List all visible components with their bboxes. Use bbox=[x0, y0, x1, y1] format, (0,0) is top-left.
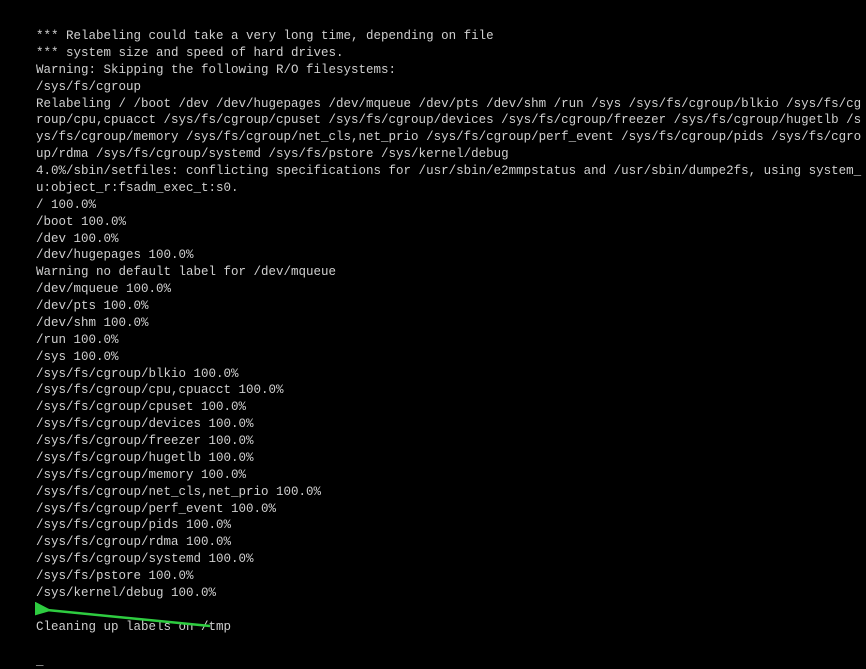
terminal-line: /run 100.0% bbox=[36, 332, 866, 349]
terminal-line: *** system size and speed of hard drives… bbox=[36, 45, 866, 62]
terminal-line: /dev/mqueue 100.0% bbox=[36, 281, 866, 298]
terminal-line: /sys/fs/cgroup/devices 100.0% bbox=[36, 416, 866, 433]
terminal-line: /sys/fs/cgroup/cpu,cpuacct 100.0% bbox=[36, 382, 866, 399]
terminal-line: /sys/fs/cgroup/systemd 100.0% bbox=[36, 551, 866, 568]
terminal-line: Relabeling / /boot /dev /dev/hugepages /… bbox=[36, 96, 866, 164]
terminal-line: /dev/hugepages 100.0% bbox=[36, 247, 866, 264]
terminal-line: / 100.0% bbox=[36, 197, 866, 214]
terminal-line: /sys/fs/pstore 100.0% bbox=[36, 568, 866, 585]
terminal-line: Cleaning up labels on /tmp bbox=[36, 619, 866, 636]
terminal-line: /sys/fs/cgroup/memory 100.0% bbox=[36, 467, 866, 484]
terminal-cursor-line: _ bbox=[36, 653, 866, 669]
terminal-line: /sys/fs/cgroup/cpuset 100.0% bbox=[36, 399, 866, 416]
terminal-line: /sys/fs/cgroup/freezer 100.0% bbox=[36, 433, 866, 450]
terminal-line: /dev/shm 100.0% bbox=[36, 315, 866, 332]
terminal-line bbox=[36, 602, 866, 619]
terminal-line: /dev 100.0% bbox=[36, 231, 866, 248]
terminal-output: *** Relabeling could take a very long ti… bbox=[36, 28, 866, 636]
terminal-line: /sys/kernel/debug 100.0% bbox=[36, 585, 866, 602]
terminal-line: /sys 100.0% bbox=[36, 349, 866, 366]
blank-line bbox=[36, 636, 866, 653]
terminal-line: 4.0%/sbin/setfiles: conflicting specific… bbox=[36, 163, 866, 197]
cursor-icon: _ bbox=[36, 653, 44, 667]
terminal-line: /sys/fs/cgroup bbox=[36, 79, 866, 96]
terminal-line: /boot 100.0% bbox=[36, 214, 866, 231]
terminal-line: *** Relabeling could take a very long ti… bbox=[36, 28, 866, 45]
terminal-line: /sys/fs/cgroup/net_cls,net_prio 100.0% bbox=[36, 484, 866, 501]
terminal-line: /sys/fs/cgroup/hugetlb 100.0% bbox=[36, 450, 866, 467]
terminal-line: /sys/fs/cgroup/rdma 100.0% bbox=[36, 534, 866, 551]
terminal-line: /dev/pts 100.0% bbox=[36, 298, 866, 315]
terminal-line: /sys/fs/cgroup/perf_event 100.0% bbox=[36, 501, 866, 518]
terminal-line: /sys/fs/cgroup/pids 100.0% bbox=[36, 517, 866, 534]
terminal-line: Warning: Skipping the following R/O file… bbox=[36, 62, 866, 79]
terminal-line: /sys/fs/cgroup/blkio 100.0% bbox=[36, 366, 866, 383]
terminal-line: Warning no default label for /dev/mqueue bbox=[36, 264, 866, 281]
